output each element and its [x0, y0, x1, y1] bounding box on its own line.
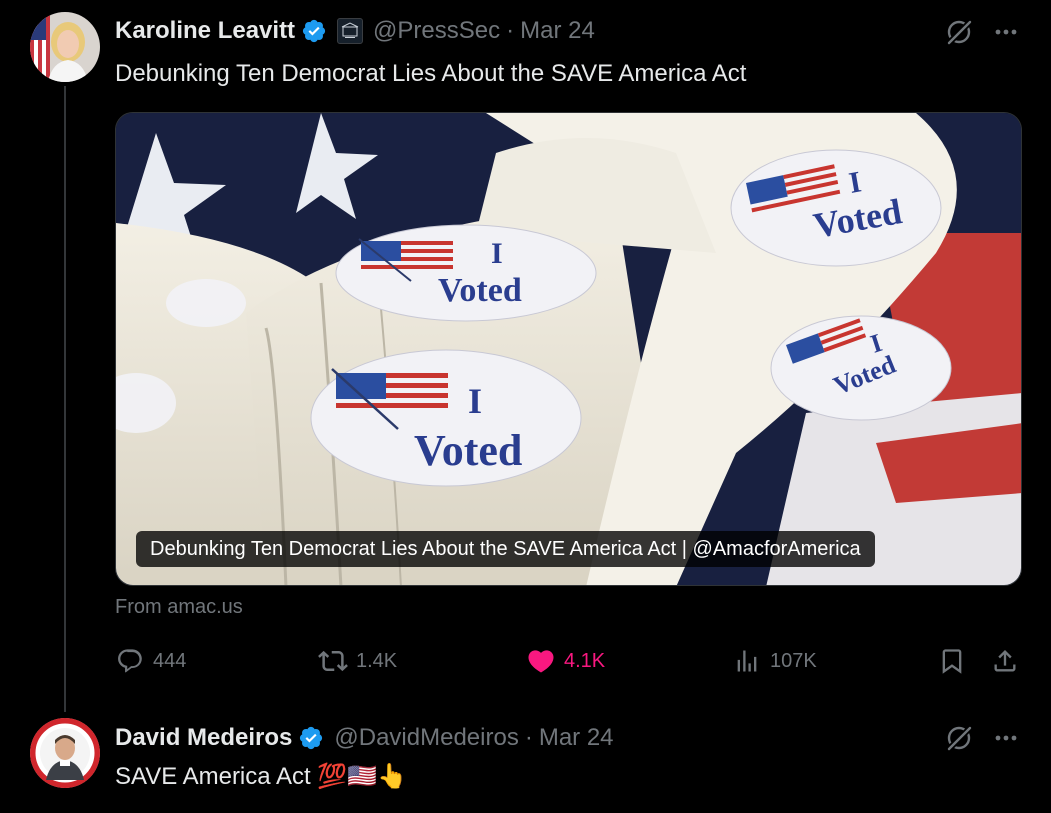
- link-source[interactable]: From amac.us: [115, 596, 243, 619]
- post-header: Karoline Leavitt @PressSec · Mar 24: [115, 15, 595, 47]
- views-count: 107K: [770, 649, 817, 672]
- i-voted-stickers-photo: I Voted I Voted I Voted I Voted: [116, 113, 1021, 585]
- author-name[interactable]: Karoline Leavitt: [115, 17, 295, 45]
- grok-icon[interactable]: [944, 723, 974, 753]
- repost-icon: [318, 646, 348, 676]
- sticker-text-i-2: I: [468, 381, 482, 421]
- repost-button[interactable]: 1.4K: [318, 644, 397, 678]
- sticker-text-voted-2: Voted: [414, 426, 522, 475]
- more-icon[interactable]: [991, 723, 1021, 753]
- like-count: 4.1K: [564, 649, 606, 672]
- share-icon: [990, 646, 1020, 676]
- post-text: Debunking Ten Democrat Lies About the SA…: [115, 60, 747, 87]
- like-button[interactable]: 4.1K: [526, 644, 605, 678]
- avatar[interactable]: [30, 12, 100, 82]
- post-date[interactable]: Mar 24: [539, 724, 614, 752]
- post-date[interactable]: Mar 24: [520, 17, 595, 45]
- reply-count: 444: [153, 649, 187, 672]
- author-handle[interactable]: @PressSec: [373, 17, 500, 45]
- thread-connector-line: [64, 86, 66, 712]
- sticker-text-i: I: [491, 237, 503, 270]
- views-icon: [732, 646, 762, 676]
- views-button[interactable]: 107K: [732, 644, 817, 678]
- share-button[interactable]: [990, 644, 1020, 678]
- post-header: David Medeiros @DavidMedeiros · Mar 24: [115, 722, 614, 754]
- link-card[interactable]: I Voted I Voted I Voted I Voted Debunkin…: [115, 112, 1022, 586]
- verified-badge-icon: [298, 725, 324, 751]
- grok-icon[interactable]: [944, 17, 974, 47]
- bookmark-button[interactable]: [937, 644, 967, 678]
- white-house-badge-icon[interactable]: [337, 18, 364, 44]
- post-text: SAVE America Act 💯🇺🇸👆: [115, 763, 407, 790]
- more-icon[interactable]: [991, 17, 1021, 47]
- reply-icon: [115, 646, 145, 676]
- author-handle[interactable]: @DavidMedeiros: [334, 724, 518, 752]
- reply-button[interactable]: 444: [115, 644, 186, 678]
- separator-dot: ·: [524, 724, 533, 751]
- repost-count: 1.4K: [356, 649, 398, 672]
- verified-badge-icon: [301, 18, 327, 44]
- bookmark-icon: [937, 646, 967, 676]
- heart-icon: [526, 646, 556, 676]
- avatar[interactable]: [30, 718, 100, 788]
- separator-dot: ·: [506, 17, 515, 44]
- sticker-text-voted: Voted: [438, 272, 522, 309]
- link-card-title: Debunking Ten Democrat Lies About the SA…: [136, 531, 875, 567]
- author-name[interactable]: David Medeiros: [115, 724, 292, 752]
